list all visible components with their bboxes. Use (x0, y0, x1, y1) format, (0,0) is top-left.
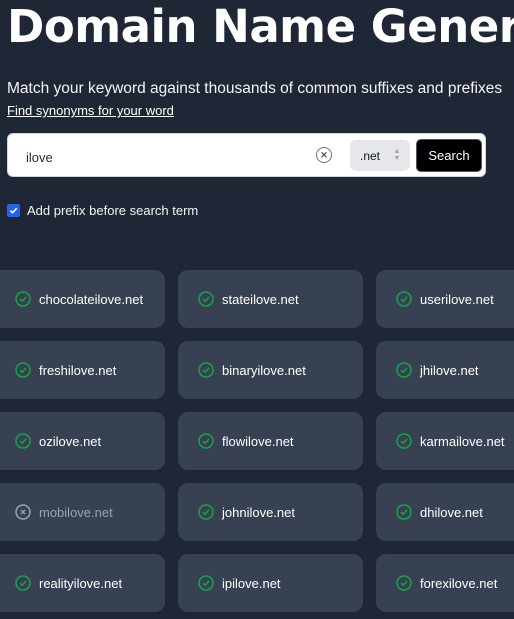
chevron-up-down-icon: ▲ ▼ (393, 148, 401, 162)
domain-result-card[interactable]: ipilove.net (178, 554, 363, 612)
domain-result-card[interactable]: userilove.net (376, 270, 514, 328)
check-circle-icon (15, 291, 31, 307)
domain-result-card[interactable]: freshilove.net (0, 341, 165, 399)
domain-result-card[interactable]: chocolateilove.net (0, 270, 165, 328)
domain-name: stateilove.net (222, 291, 299, 307)
domain-result-card[interactable]: mobilove.net (0, 483, 165, 541)
check-circle-icon (396, 504, 412, 520)
x-circle-icon[interactable]: ✕ (316, 147, 332, 163)
check-circle-icon (198, 504, 214, 520)
check-circle-icon (198, 575, 214, 591)
domain-result-card[interactable]: dhilove.net (376, 483, 514, 541)
page-subtitle: Match your keyword against thousands of … (7, 80, 503, 97)
add-prefix-label: Add prefix before search term (27, 203, 199, 218)
domain-result-card[interactable]: jhilove.net (376, 341, 514, 399)
domain-name: freshilove.net (39, 362, 117, 378)
check-circle-icon (396, 362, 412, 378)
check-circle-icon (198, 362, 214, 378)
domain-result-card[interactable]: karmailove.net (376, 412, 514, 470)
domain-name: karmailove.net (420, 433, 505, 449)
tld-select[interactable]: .net ▲ ▼ (350, 140, 410, 171)
domain-result-card[interactable]: flowilove.net (178, 412, 363, 470)
check-circle-icon (15, 362, 31, 378)
domain-name: ipilove.net (222, 575, 281, 591)
domain-name: binaryilove.net (222, 362, 306, 378)
domain-result-card[interactable]: johnilove.net (178, 483, 363, 541)
domain-name: mobilove.net (39, 504, 113, 520)
check-circle-icon (396, 433, 412, 449)
domain-result-card[interactable]: ozilove.net (0, 412, 165, 470)
tld-selected-value: .net (360, 148, 381, 163)
keyword-input[interactable] (24, 144, 308, 170)
results-grid: chocolateilove.net stateilove.net userilov… (0, 270, 514, 612)
check-circle-icon (15, 433, 31, 449)
domain-name: realityilove.net (39, 575, 123, 591)
check-circle-icon (198, 433, 214, 449)
domain-name: forexilove.net (420, 575, 498, 591)
add-prefix-option[interactable]: Add prefix before search term (7, 203, 198, 218)
domain-name: johnilove.net (222, 504, 295, 520)
page-title: Domain Name Generator (7, 0, 514, 53)
check-circle-icon (396, 291, 412, 307)
find-synonyms-link[interactable]: Find synonyms for your word (7, 103, 174, 118)
x-circle-icon (15, 504, 31, 520)
domain-result-card[interactable]: realityilove.net (0, 554, 165, 612)
domain-result-card[interactable]: forexilove.net (376, 554, 514, 612)
domain-name: ozilove.net (39, 433, 102, 449)
search-button[interactable]: Search (416, 139, 482, 172)
domain-name: flowilove.net (222, 433, 294, 449)
domain-name: userilove.net (420, 291, 494, 307)
check-circle-icon (396, 575, 412, 591)
domain-name: jhilove.net (420, 362, 479, 378)
domain-result-card[interactable]: stateilove.net (178, 270, 363, 328)
checkmark-icon (9, 207, 18, 214)
add-prefix-checkbox[interactable] (7, 204, 20, 217)
check-circle-icon (15, 575, 31, 591)
domain-result-card[interactable]: binaryilove.net (178, 341, 363, 399)
domain-name: chocolateilove.net (39, 291, 144, 307)
search-bar: ✕ .net ▲▼ Search (7, 133, 486, 177)
check-circle-icon (198, 291, 214, 307)
domain-name: dhilove.net (420, 504, 483, 520)
